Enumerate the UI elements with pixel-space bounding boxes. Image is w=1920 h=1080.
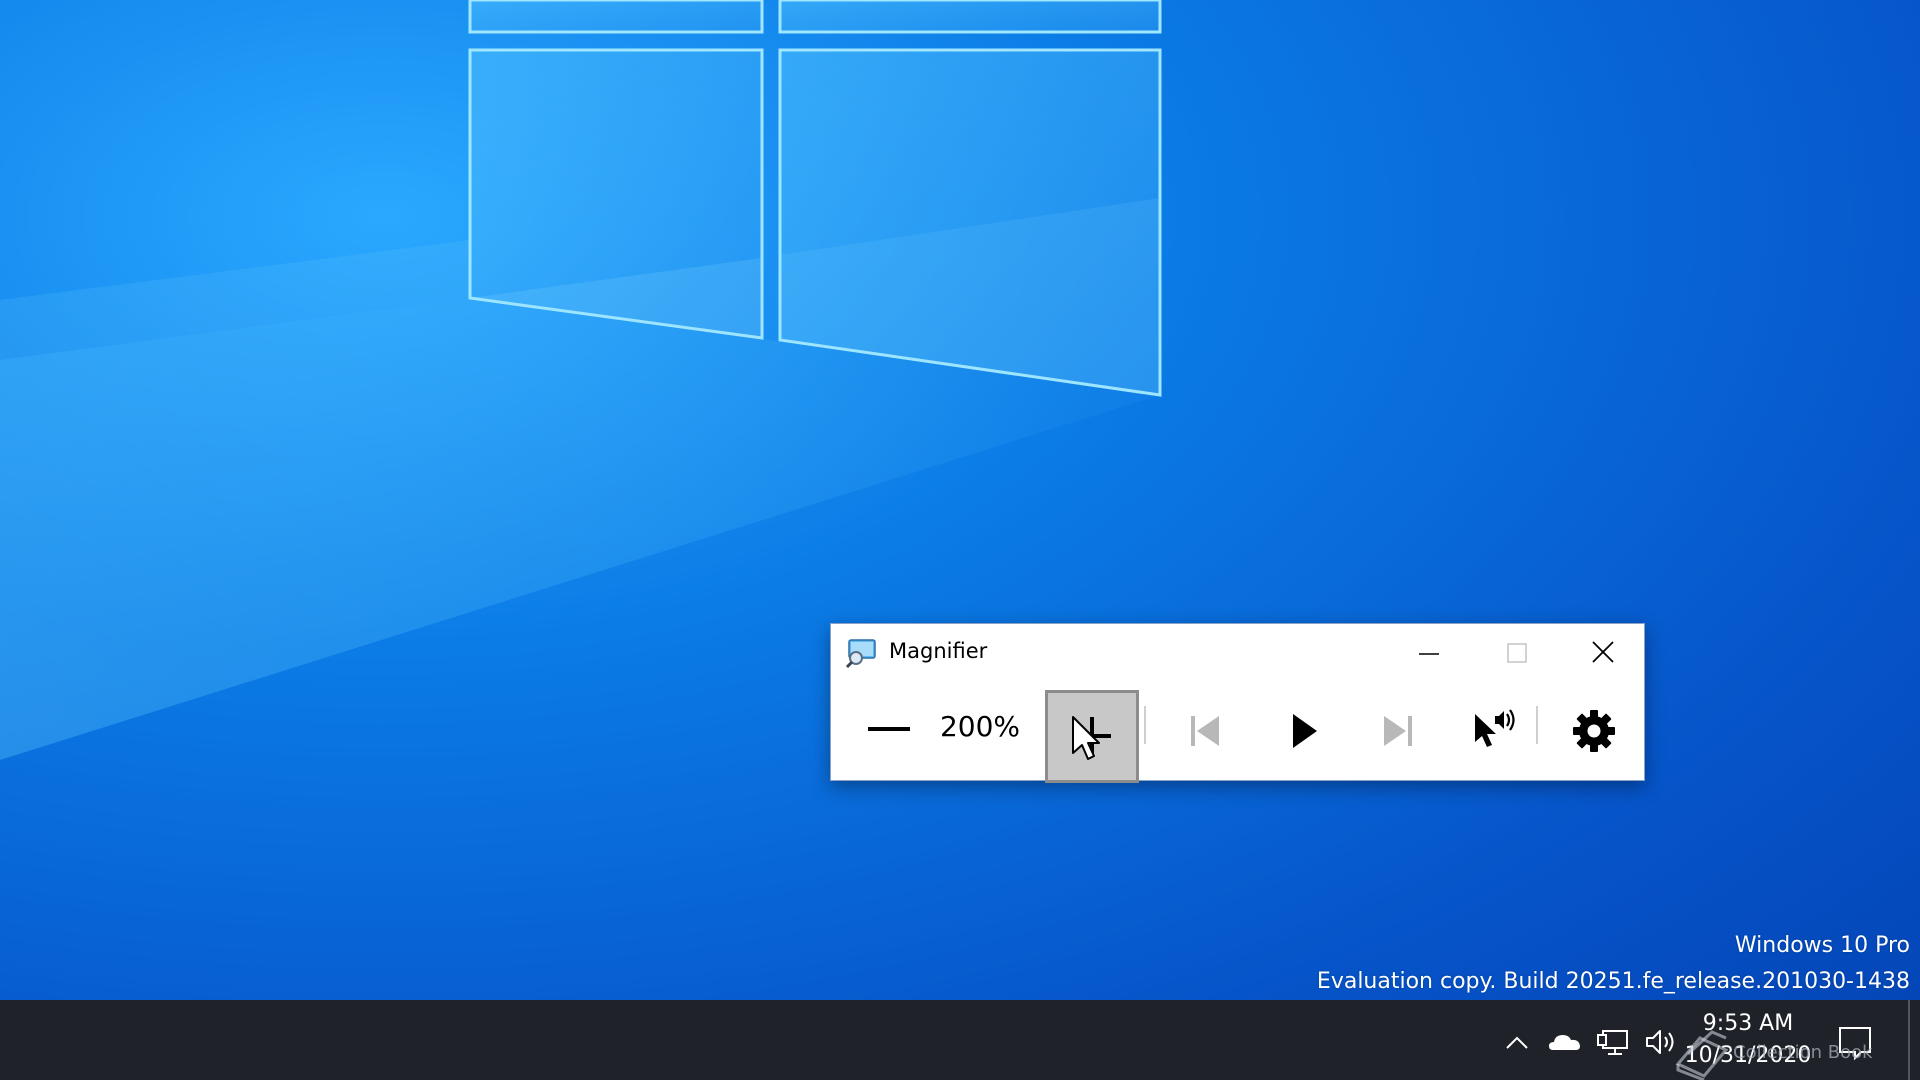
play-icon xyxy=(1293,714,1317,748)
chevron-up-icon xyxy=(1506,1036,1528,1049)
clock-date: 10/31/2020 xyxy=(1684,1043,1812,1068)
toolbar-separator xyxy=(1536,706,1538,744)
play-button[interactable] xyxy=(1258,692,1346,770)
pointer-speaker-icon xyxy=(1475,709,1515,747)
toolbar-separator xyxy=(1144,706,1146,744)
gear-icon xyxy=(1573,710,1615,752)
zoom-in-button[interactable] xyxy=(1045,690,1139,783)
show-hidden-icons-button[interactable] xyxy=(1497,1022,1537,1062)
minus-icon xyxy=(868,727,910,731)
previous-icon xyxy=(1191,716,1219,746)
minimize-icon xyxy=(1419,653,1439,655)
volume-button[interactable] xyxy=(1641,1022,1681,1062)
magnifier-toolbar: 200% xyxy=(831,680,1644,783)
plus-icon xyxy=(1073,717,1111,755)
zoom-level: 200% xyxy=(939,710,1021,743)
close-button[interactable] xyxy=(1558,624,1646,680)
maximize-icon xyxy=(1507,643,1527,663)
taskbar: 9:53 AM 10/31/2020 xyxy=(0,1000,1920,1080)
clock-time: 9:53 AM xyxy=(1702,1011,1794,1036)
show-desktop-button[interactable] xyxy=(1908,1000,1920,1080)
title-bar[interactable]: Magnifier xyxy=(831,624,1644,680)
onedrive-button[interactable] xyxy=(1545,1022,1585,1062)
onedrive-icon xyxy=(1549,1035,1580,1050)
next-sentence-button[interactable] xyxy=(1354,692,1442,770)
desktop-wallpaper xyxy=(0,0,1162,760)
next-icon xyxy=(1384,716,1412,746)
zoom-out-button[interactable] xyxy=(851,690,927,770)
clock[interactable]: 9:53 AM 10/31/2020 xyxy=(1683,1008,1813,1072)
magnifier-window: Magnifier 200% xyxy=(830,623,1645,783)
action-center-button[interactable] xyxy=(1831,1020,1879,1064)
watermark-edition: Windows 10 Pro xyxy=(1734,933,1910,958)
maximize-button[interactable] xyxy=(1472,624,1560,680)
notification-icon xyxy=(1839,1027,1871,1061)
settings-button[interactable] xyxy=(1549,692,1639,770)
read-from-here-button[interactable] xyxy=(1449,692,1537,770)
previous-sentence-button[interactable] xyxy=(1161,692,1249,770)
network-icon xyxy=(1597,1030,1628,1055)
watermark-build: Evaluation copy. Build 20251.fe_release.… xyxy=(1316,969,1910,994)
volume-icon xyxy=(1646,1030,1674,1054)
close-icon xyxy=(1592,641,1614,663)
window-title: Magnifier xyxy=(889,639,988,663)
magnifier-icon xyxy=(845,638,879,669)
network-button[interactable] xyxy=(1593,1022,1633,1062)
minimize-button[interactable] xyxy=(1384,624,1472,680)
